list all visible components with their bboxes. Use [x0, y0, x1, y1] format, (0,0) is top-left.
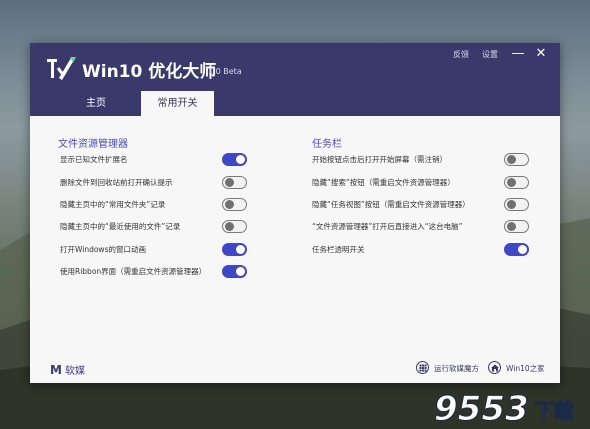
- setting-row: 隐藏主页中的“常用文件夹”记录: [60, 198, 250, 212]
- tools-logo-icon: [47, 57, 76, 80]
- tab-common-switches[interactable]: 常用开关: [141, 91, 214, 116]
- win10-home-label: Win10之家: [506, 364, 545, 373]
- toggle-knob: [506, 177, 516, 187]
- watermark-logo: 9553 下载: [434, 389, 575, 429]
- setting-label: 任务栏透明开关: [312, 245, 365, 254]
- setting-row: “文件资源管理器”打开后直接进入“这台电脑”: [312, 220, 530, 234]
- setting-label: 隐藏主页中的“常用文件夹”记录: [60, 200, 166, 209]
- toggle-hide-frequent-folders[interactable]: [222, 198, 247, 211]
- brand-name: 软媒: [64, 366, 85, 377]
- toggle-knob: [224, 221, 234, 231]
- toggle-open-this-pc[interactable]: [504, 220, 529, 233]
- toggle-knob: [506, 221, 516, 231]
- setting-label: 显示已知文件扩展名: [60, 155, 128, 164]
- toggle-hide-task-view[interactable]: [504, 198, 529, 211]
- minimize-button[interactable]: —: [509, 46, 527, 62]
- settings-link[interactable]: 设置: [482, 49, 498, 60]
- run-cube-label: 运行软媒魔方: [434, 364, 479, 373]
- setting-label: 使用Ribbon界面（需重启文件资源管理器）: [60, 267, 207, 276]
- close-button[interactable]: ✕: [532, 46, 550, 62]
- title-bar: Win10 优化大师 1.0 Beta 反馈 设置 — ✕ 主页 常用开关: [30, 43, 560, 116]
- setting-row: 开始按钮点击后打开开始屏幕（需注销）: [312, 153, 530, 167]
- toggle-hide-recent-files[interactable]: [222, 220, 247, 233]
- toggle-knob: [506, 154, 516, 164]
- home-icon: [488, 361, 501, 374]
- setting-row: 打开Windows的窗口动画: [60, 243, 250, 257]
- setting-label: 隐藏“搜索”按钮（需重启文件资源管理器）: [312, 178, 455, 187]
- toggle-show-extensions[interactable]: [222, 153, 247, 166]
- setting-row: 任务栏透明开关: [312, 243, 530, 257]
- setting-row: 显示已知文件扩展名: [60, 153, 250, 167]
- toggle-window-animation[interactable]: [222, 243, 247, 256]
- section-title-explorer: 文件资源管理器: [58, 139, 128, 150]
- setting-label: 隐藏主页中的“最近使用的文件”记录: [60, 222, 181, 231]
- watermark-text: 下载: [534, 399, 574, 423]
- app-window: Win10 优化大师 1.0 Beta 反馈 设置 — ✕ 主页 常用开关 文件…: [30, 43, 560, 383]
- watermark-number: 9553: [434, 389, 529, 429]
- tab-home[interactable]: 主页: [70, 91, 122, 116]
- setting-row: 隐藏“搜索”按钮（需重启文件资源管理器）: [312, 176, 530, 190]
- toggle-knob: [224, 199, 234, 209]
- toggle-knob: [518, 245, 527, 254]
- ruanmei-logo-icon: M: [50, 363, 62, 377]
- setting-label: 隐藏“任务视图”按钮（需重启文件资源管理器）: [312, 200, 470, 209]
- setting-label: 开始按钮点击后打开开始屏幕（需注销）: [312, 155, 447, 164]
- section-title-taskbar: 任务栏: [312, 139, 342, 150]
- setting-row: 使用Ribbon界面（需重启文件资源管理器）: [60, 265, 250, 279]
- setting-row: 隐藏主页中的“最近使用的文件”记录: [60, 220, 250, 234]
- toggle-knob: [236, 155, 245, 164]
- setting-row: 删除文件到回收站前打开确认提示: [60, 176, 250, 190]
- setting-label: 删除文件到回收站前打开确认提示: [60, 178, 173, 187]
- toggle-hide-search-button[interactable]: [504, 176, 529, 189]
- app-version: 1.0 Beta: [208, 67, 242, 76]
- setting-label: 打开Windows的窗口动画: [60, 245, 146, 254]
- win10-home-button[interactable]: Win10之家: [488, 361, 550, 377]
- toggle-knob: [224, 177, 234, 187]
- toggle-start-screen[interactable]: [504, 153, 529, 166]
- toggle-knob: [236, 245, 245, 254]
- setting-row: 隐藏“任务视图”按钮（需重启文件资源管理器）: [312, 198, 530, 212]
- app-title: Win10 优化大师: [82, 62, 217, 82]
- toggle-knob: [236, 267, 245, 276]
- setting-label: “文件资源管理器”打开后直接进入“这台电脑”: [312, 222, 463, 231]
- run-cube-button[interactable]: 运行软媒魔方: [416, 361, 488, 377]
- feedback-link[interactable]: 反馈: [453, 49, 469, 60]
- toggle-ribbon-ui[interactable]: [222, 265, 247, 278]
- grid-icon: [416, 361, 429, 374]
- toggle-knob: [506, 199, 516, 209]
- toggle-delete-confirm[interactable]: [222, 176, 247, 189]
- footer-brand: M 软媒: [50, 362, 85, 377]
- toggle-taskbar-transparency[interactable]: [504, 243, 529, 256]
